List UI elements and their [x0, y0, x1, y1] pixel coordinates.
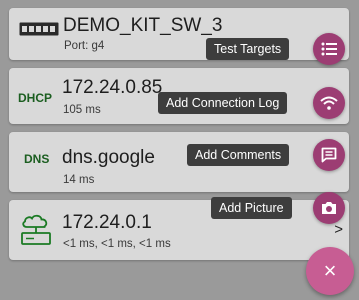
gateway-times: <1 ms, <1 ms, <1 ms [63, 238, 171, 250]
add-connection-log-label[interactable]: Add Connection Log [158, 92, 288, 114]
test-targets-button[interactable] [313, 33, 345, 65]
test-targets-label[interactable]: Test Targets [206, 38, 290, 60]
port-label: Port: g4 [64, 40, 105, 52]
comment-icon [321, 147, 337, 163]
gateway-address: 172.24.0.1 [62, 212, 152, 233]
add-picture-label[interactable]: Add Picture [211, 197, 292, 219]
device-name: DEMO_KIT_SW_3 [63, 15, 223, 36]
card-gateway[interactable]: 172.24.0.1 <1 ms, <1 ms, <1 ms > [9, 200, 349, 260]
gateway-icon [21, 214, 51, 251]
add-comments-label[interactable]: Add Comments [187, 144, 290, 166]
add-picture-button[interactable] [313, 192, 345, 224]
switch-icon [19, 22, 59, 41]
wifi-icon [320, 96, 338, 110]
close-fab-button[interactable]: × [306, 247, 354, 295]
dhcp-tag: DHCP [18, 91, 53, 105]
card-switch[interactable]: DEMO_KIT_SW_3 Port: g4 [9, 8, 349, 60]
list-icon [321, 42, 337, 56]
close-icon: × [323, 258, 337, 283]
card-dns[interactable]: DNS dns.google 14 ms [9, 132, 349, 192]
chevron-right-icon: > [334, 221, 343, 238]
dhcp-address: 172.24.0.85 [62, 77, 163, 98]
dns-tag: DNS [24, 152, 50, 166]
dns-time: 14 ms [63, 174, 95, 186]
dns-server: dns.google [62, 147, 155, 168]
add-comments-button[interactable] [313, 139, 345, 171]
dhcp-time: 105 ms [63, 104, 101, 116]
camera-icon [322, 202, 336, 214]
add-connection-log-button[interactable] [313, 87, 345, 119]
